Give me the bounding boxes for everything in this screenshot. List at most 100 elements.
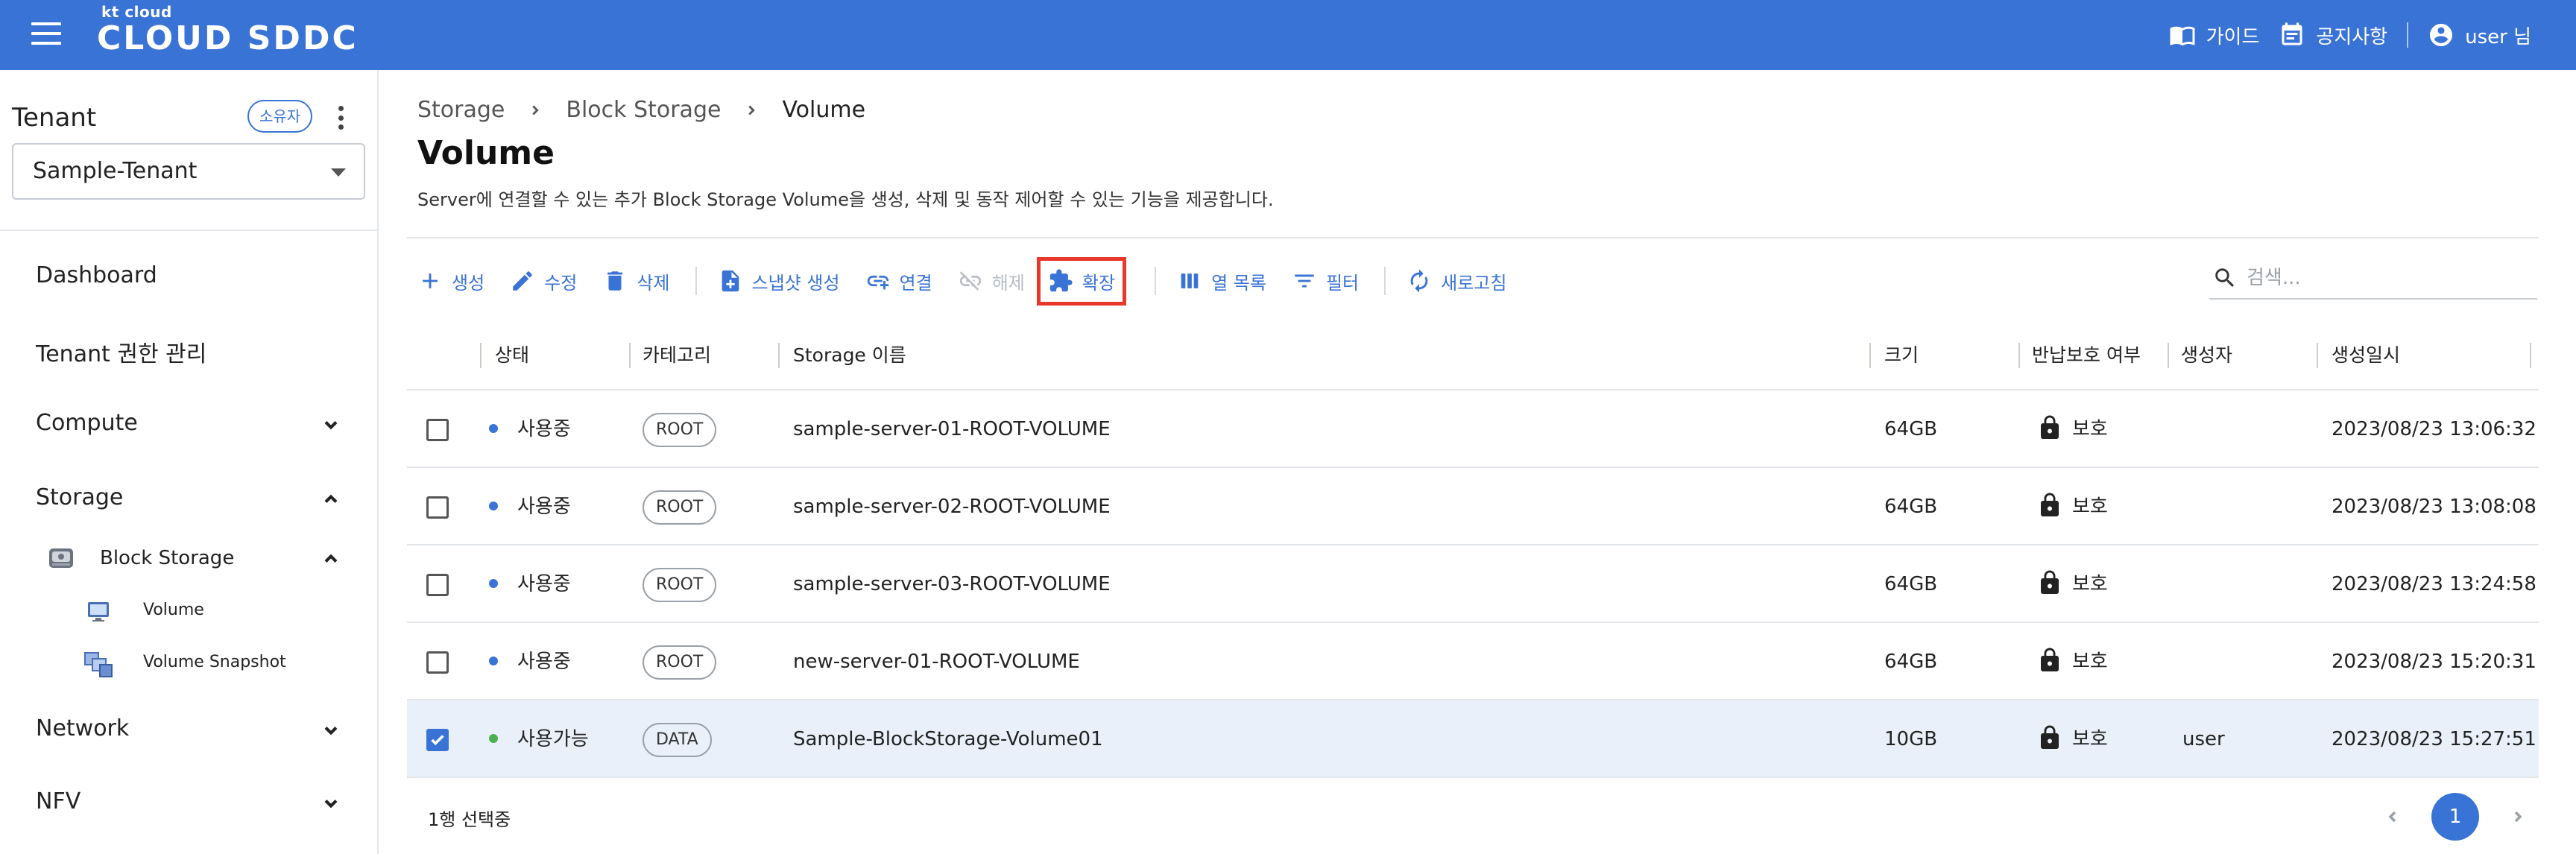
top-nav: 가이드 공지사항 user 님 [2169,0,2531,70]
link-add-icon [867,275,888,290]
protection-cell: 보호 [2036,700,2108,778]
search-field [2209,258,2537,300]
column-header-storage-name[interactable]: Storage 이름 [793,320,906,390]
pagination: 1 [2384,793,2527,841]
snapshot-copy-icon [83,651,113,678]
created-at-cell: 2023/08/23 13:06:32 [2332,418,2536,440]
created-at-cell: 2023/08/23 13:24:58 [2332,573,2536,595]
brand-sub-logo: kt cloud [101,3,172,21]
chevron-up-icon[interactable] [321,548,341,569]
brand-logo[interactable]: CLOUD SDDC [97,19,359,57]
status-text: 사용중 [517,651,571,673]
column-divider [2018,343,2020,368]
column-header-size[interactable]: 크기 [1884,320,1919,390]
chevron-right-icon [748,105,756,115]
disconnect-button[interactable]: 해제 [958,268,1025,294]
column-header-created-at[interactable]: 생성일시 [2332,320,2400,390]
content-divider [407,237,2539,238]
toolbar-divider [1155,267,1157,295]
status-dot [489,733,498,743]
search-input[interactable] [2247,267,2515,289]
column-divider [778,343,780,368]
breadcrumb: Storage Block Storage Volume [417,97,865,123]
refresh-button[interactable]: 새로고침 [1407,268,1506,294]
row-checkbox-checked[interactable] [426,729,449,751]
status-text: 사용가능 [517,728,589,750]
column-divider [2530,343,2531,368]
user-menu[interactable]: user 님 [2428,22,2531,49]
status-cell: 사용중 [489,545,571,623]
selection-count: 1행 선택중 [428,809,511,830]
column-divider [480,343,482,368]
sidebar-item-dashboard[interactable]: Dashboard [36,262,157,288]
table-row[interactable]: 사용중 ROOT sample-server-02-ROOT-VOLUME 64… [407,468,2539,545]
add-note-icon [722,270,739,292]
category-cell: ROOT [643,545,717,623]
delete-button[interactable]: 삭제 [602,268,670,294]
protection-text: 보호 [2072,573,2108,595]
sidebar-item-compute[interactable]: Compute [36,410,138,436]
extend-button[interactable]: 확장 [1036,256,1127,306]
connect-button[interactable]: 연결 [865,268,932,294]
sidebar-divider [0,230,377,231]
status-dot [489,578,498,588]
top-nav-divider [2407,22,2409,48]
status-cell: 사용중 [489,390,571,468]
column-header-status[interactable]: 상태 [495,320,529,390]
column-divider [629,343,631,368]
guide-link[interactable]: 가이드 [2169,22,2259,49]
owner-badge: 소유자 [247,100,313,133]
column-header-return-protection[interactable]: 반납보호 여부 [2032,320,2141,390]
volume-table: 상태 카테고리 Storage 이름 크기 반납보호 여부 생성자 생성일시 사… [407,320,2539,778]
menu-icon[interactable] [31,22,61,48]
row-checkbox[interactable] [426,651,449,674]
column-list-button[interactable]: 열 목록 [1177,268,1266,294]
category-chip: ROOT [643,412,717,447]
chevron-up-icon[interactable] [321,489,341,510]
chevron-left-icon[interactable] [2384,808,2402,826]
storage-name-cell: new-server-01-ROOT-VOLUME [793,651,1080,673]
delete-label: 삭제 [637,272,670,294]
create-label: 생성 [452,272,485,294]
sidebar-item-volume[interactable]: Volume [143,601,204,619]
user-label: user 님 [2465,25,2531,48]
create-snapshot-label: 스냅샷 생성 [751,272,840,294]
sidebar: Tenant 소유자 Sample-Tenant Dashboard Tenan… [0,70,379,854]
tenant-select[interactable]: Sample-Tenant [12,143,365,200]
breadcrumb-storage[interactable]: Storage [417,97,505,123]
column-divider [2168,343,2169,368]
top-bar: kt cloud CLOUD SDDC 가이드 공지사항 user 님 [0,0,2576,70]
sidebar-item-nfv[interactable]: NFV [36,788,80,815]
column-list-label: 열 목록 [1211,272,1266,294]
page-button-current[interactable]: 1 [2431,793,2479,841]
table-row[interactable]: 사용중 ROOT new-server-01-ROOT-VOLUME 64GB … [407,623,2539,700]
table-row[interactable]: 사용중 ROOT sample-server-03-ROOT-VOLUME 64… [407,545,2539,623]
filter-button[interactable]: 필터 [1292,268,1359,294]
sidebar-item-storage[interactable]: Storage [36,484,123,510]
chevron-down-icon[interactable] [321,720,341,741]
chevron-right-icon[interactable] [2509,808,2527,826]
row-checkbox[interactable] [426,419,449,441]
column-header-creator[interactable]: 생성자 [2181,320,2232,390]
chevron-down-icon[interactable] [321,414,341,435]
sidebar-item-block-storage[interactable]: Block Storage [100,547,234,569]
sidebar-item-volume-snapshot[interactable]: Volume Snapshot [143,653,286,671]
category-cell: ROOT [643,468,717,545]
edit-button[interactable]: 수정 [510,268,577,294]
size-cell: 10GB [1884,728,1938,750]
create-button[interactable]: 생성 [417,268,484,294]
create-snapshot-button[interactable]: 스냅샷 생성 [718,268,840,294]
refresh-icon [1410,269,1428,293]
row-checkbox[interactable] [426,496,449,519]
row-checkbox[interactable] [426,574,449,596]
more-vert-icon[interactable] [334,103,347,133]
edit-label: 수정 [544,272,578,294]
chevron-down-icon[interactable] [321,793,341,814]
column-header-category[interactable]: 카테고리 [643,320,711,390]
sidebar-item-network[interactable]: Network [36,715,129,741]
table-row[interactable]: 사용중 ROOT sample-server-01-ROOT-VOLUME 64… [407,390,2539,468]
notice-link[interactable]: 공지사항 [2279,22,2387,49]
breadcrumb-block-storage[interactable]: Block Storage [566,97,721,123]
table-row-selected[interactable]: 사용가능 DATA Sample-BlockStorage-Volume01 1… [407,700,2539,778]
sidebar-item-tenant-admin[interactable]: Tenant 권한 관리 [36,335,206,368]
